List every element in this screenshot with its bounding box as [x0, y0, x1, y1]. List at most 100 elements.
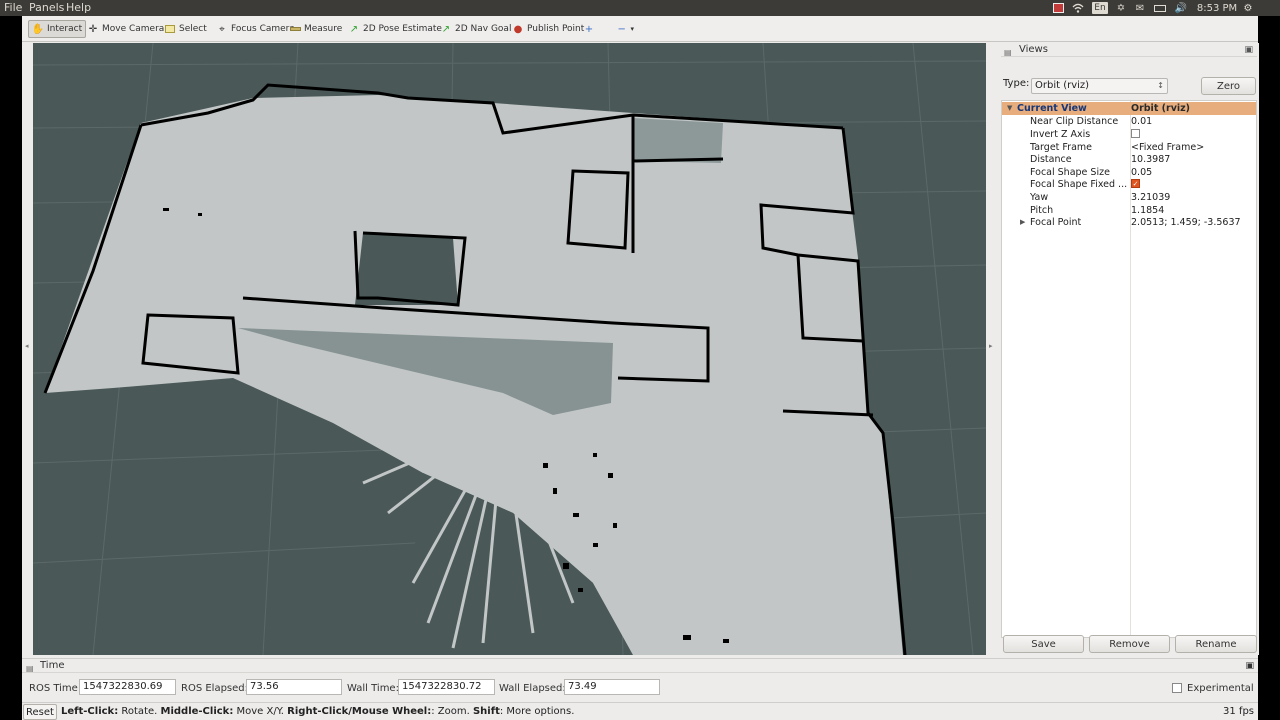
- add-tool-button[interactable]: +: [580, 20, 604, 38]
- clock[interactable]: 8:53 PM: [1196, 0, 1238, 16]
- tool-measure[interactable]: Measure: [286, 20, 345, 38]
- focus-camera-icon: ⌖: [219, 23, 225, 35]
- mouse-hint-text: Left-Click: Rotate. Middle-Click: Move X…: [61, 706, 574, 717]
- settings-gear-icon[interactable]: ⚙: [1240, 0, 1256, 16]
- tool-label: 2D Nav Goal: [455, 24, 512, 34]
- property-focal-point[interactable]: ▶ Focal Point 2.0513; 1.459; -3.5637: [1002, 216, 1256, 229]
- type-label: Type:: [1003, 78, 1030, 89]
- property-distance[interactable]: Distance 10.3987: [1002, 153, 1256, 166]
- chevron-down-icon: ▾: [630, 25, 634, 33]
- time-title-label: Time: [40, 660, 65, 671]
- view-properties-tree: ▼ Current View Orbit (rviz) Near Clip Di…: [1001, 100, 1257, 638]
- menu-panels[interactable]: Panels: [29, 1, 64, 14]
- panel-grip-icon[interactable]: ▤: [1004, 46, 1014, 57]
- hint-text: : More options.: [499, 706, 575, 717]
- wifi-icon[interactable]: [1070, 0, 1086, 16]
- remove-button[interactable]: Remove: [1089, 635, 1170, 653]
- hint-text: : Zoom.: [431, 706, 473, 717]
- wall-elapsed-field[interactable]: 73.49: [564, 679, 660, 695]
- tool-select[interactable]: Select: [161, 20, 210, 38]
- wall-time-field[interactable]: 1547322830.72: [398, 679, 495, 695]
- panel-grip-icon[interactable]: ▤: [26, 662, 34, 676]
- property-invert-z-axis[interactable]: Invert Z Axis: [1002, 128, 1256, 141]
- plus-icon: +: [584, 23, 594, 35]
- move-camera-icon: ✛: [88, 23, 98, 35]
- record-indicator-icon[interactable]: [1050, 0, 1066, 16]
- nav-arrow-icon: ↗: [441, 23, 451, 35]
- left-dock-collapse-icon[interactable]: ◂: [25, 342, 31, 352]
- fps-counter: 31 fps: [1223, 706, 1254, 717]
- minus-icon: −: [617, 23, 626, 35]
- tool-label: 2D Pose Estimate: [363, 24, 442, 34]
- tool-2d-pose-estimate[interactable]: ↗ 2D Pose Estimate: [345, 20, 445, 38]
- tool-label: Publish Point: [527, 24, 585, 34]
- tools-toolbar: ✋ Interact ✛ Move Camera Select ⌖ Focus Cam…: [22, 16, 1258, 42]
- tree-row-current-view[interactable]: ▼ Current View Orbit (rviz): [1002, 102, 1256, 115]
- right-dock-collapse-icon[interactable]: ▸: [989, 342, 995, 352]
- hint-key: Shift: [472, 706, 500, 717]
- volume-icon[interactable]: 🔊: [1173, 0, 1189, 16]
- property-value[interactable]: 3.21039: [1131, 191, 1170, 204]
- system-menu-bar: File Panels Help En ✡ ✉ 🔊 8:53 PM ⚙: [0, 0, 1280, 16]
- view-type-value: Orbit (rviz): [1035, 80, 1090, 91]
- reset-button[interactable]: Reset: [23, 704, 57, 720]
- mail-icon[interactable]: ✉: [1132, 0, 1148, 16]
- ros-elapsed-field[interactable]: 73.56: [246, 679, 342, 695]
- collapsed-arrow-icon[interactable]: ▶: [1020, 216, 1025, 229]
- save-button[interactable]: Save: [1003, 635, 1084, 653]
- views-title-label: Views: [1019, 44, 1048, 55]
- property-focal-shape-fixed[interactable]: Focal Shape Fixed ... ✓: [1002, 178, 1256, 191]
- expanded-arrow-icon[interactable]: ▼: [1007, 102, 1012, 115]
- property-value[interactable]: 2.0513; 1.459; -3.5637: [1131, 216, 1241, 229]
- experimental-label: Experimental: [1187, 683, 1254, 694]
- property-name: Invert Z Axis: [1030, 129, 1091, 140]
- ros-time-label: ROS Time:: [29, 683, 82, 694]
- wall-time-label: Wall Time:: [347, 683, 399, 694]
- invert-z-checkbox[interactable]: [1131, 128, 1140, 141]
- hint-text: Move X/Y.: [233, 706, 288, 717]
- hint-text: Rotate.: [118, 706, 161, 717]
- menu-help[interactable]: Help: [66, 1, 91, 14]
- close-icon[interactable]: ▣: [1245, 659, 1254, 673]
- ros-time-field[interactable]: 1547322830.69: [79, 679, 176, 695]
- chevron-updown-icon: ↕: [1157, 81, 1164, 90]
- tool-2d-nav-goal[interactable]: ↗ 2D Nav Goal: [437, 20, 514, 38]
- property-name: Distance: [1030, 154, 1072, 165]
- menu-file[interactable]: File: [4, 1, 22, 14]
- property-value: Orbit (rviz): [1131, 103, 1191, 114]
- measure-icon: [289, 23, 301, 35]
- time-panel-title: ▤ Time ▣: [22, 659, 1258, 673]
- remove-tool-button[interactable]: − ▾: [613, 20, 637, 38]
- tool-publish-point[interactable]: ● Publish Point: [509, 20, 587, 38]
- select-icon: [164, 23, 176, 35]
- keyboard-layout-icon[interactable]: En: [1092, 0, 1108, 16]
- property-yaw[interactable]: Yaw 3.21039: [1002, 191, 1256, 204]
- close-icon[interactable]: ▣: [1244, 43, 1253, 57]
- bluetooth-icon[interactable]: ✡: [1112, 0, 1130, 16]
- hand-icon: ✋: [31, 23, 45, 35]
- tool-label: Move Camera: [102, 24, 165, 34]
- hint-key: Right-Click/Mouse Wheel:: [287, 706, 432, 717]
- property-value[interactable]: 0.01: [1131, 115, 1152, 128]
- property-near-clip-distance[interactable]: Near Clip Distance 0.01: [1002, 115, 1256, 128]
- property-name: Current View: [1017, 103, 1087, 114]
- hint-key: Left-Click:: [61, 706, 119, 717]
- tool-interact[interactable]: ✋ Interact: [28, 20, 87, 38]
- scan-shadow-region: [633, 118, 723, 163]
- tool-label: Interact: [47, 24, 83, 34]
- pose-arrow-icon: ↗: [349, 23, 359, 35]
- zero-button[interactable]: Zero: [1201, 77, 1256, 95]
- status-bar: Reset Left-Click: Rotate. Middle-Click: …: [22, 702, 1258, 720]
- property-value[interactable]: 10.3987: [1131, 153, 1170, 166]
- focal-shape-fixed-checkbox[interactable]: ✓: [1131, 178, 1140, 191]
- views-panel-title: ▤ Views ▣: [1001, 43, 1257, 57]
- unknown-region: [355, 233, 458, 305]
- tool-label: Measure: [304, 24, 343, 34]
- battery-icon[interactable]: [1152, 0, 1168, 16]
- rename-button[interactable]: Rename: [1175, 635, 1257, 653]
- tool-move-camera[interactable]: ✛ Move Camera: [84, 20, 167, 38]
- view-type-select[interactable]: Orbit (rviz) ↕: [1031, 78, 1168, 94]
- views-panel: ▤ Views ▣ Type: Orbit (rviz) ↕ Zero ▼ Cu…: [1001, 43, 1259, 655]
- experimental-checkbox[interactable]: [1172, 683, 1182, 693]
- render-viewport-3d[interactable]: [33, 43, 986, 655]
